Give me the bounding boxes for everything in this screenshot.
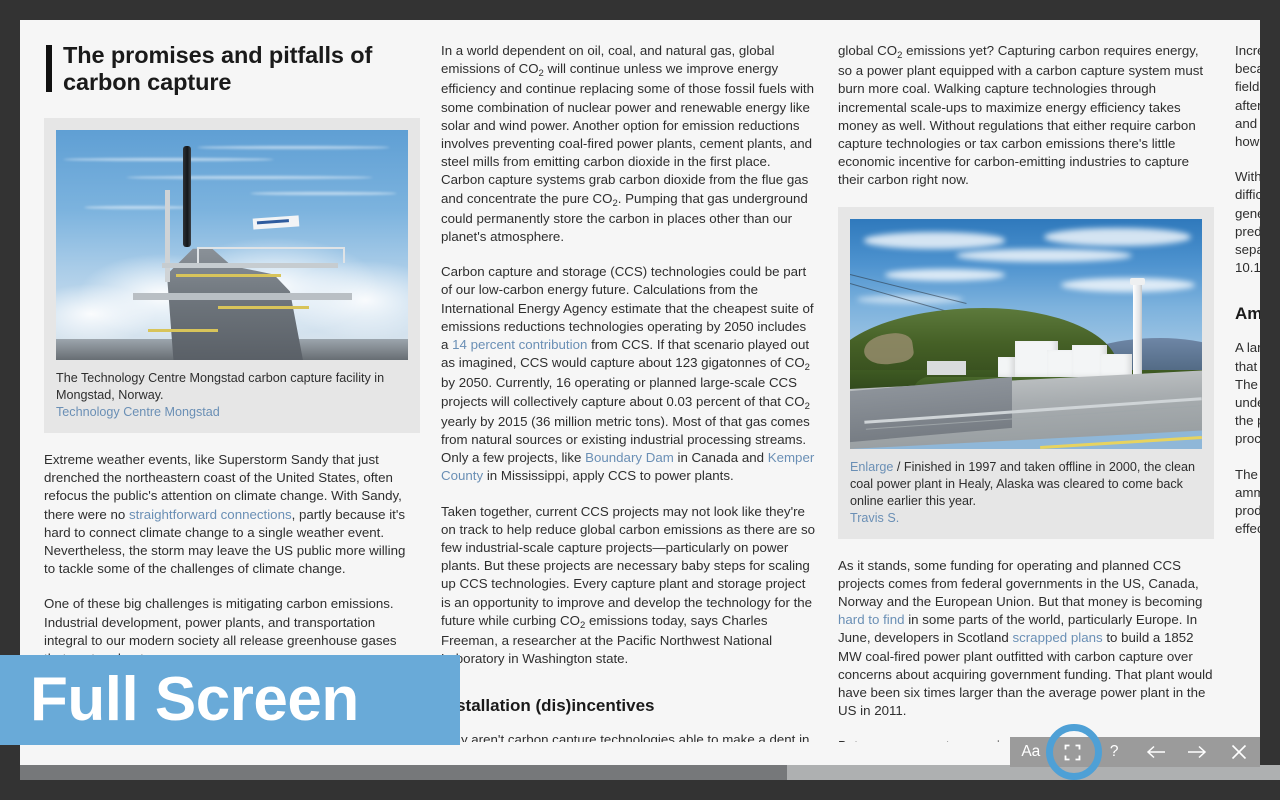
paragraph: Why aren't carbon capture technologies a… [441, 731, 817, 743]
subscript-2: 2 [538, 68, 544, 80]
horizontal-scrollbar[interactable] [20, 765, 1280, 780]
industrial-rig-photo [56, 130, 408, 360]
caption-separator: / [893, 459, 904, 474]
figure-mongstad-credit-link[interactable]: Technology Centre Mongstad [56, 404, 408, 421]
text-run: global CO [838, 43, 898, 58]
close-icon [1231, 744, 1247, 760]
figure-mongstad-caption-text: The Technology Centre Mongstad carbon ca… [56, 371, 385, 402]
subscript-2: 2 [579, 619, 586, 631]
figure-healy-image [850, 218, 1202, 449]
text-run: emissions yet? Capturing carbon requires… [838, 43, 1204, 188]
text-run: Why aren't carbon capture technologies a… [441, 731, 810, 743]
subscript-2: 2 [612, 197, 618, 209]
paragraph: As it stands, some funding for operating… [838, 557, 1214, 721]
column-2: In a world dependent on oil, coal, and n… [441, 42, 817, 742]
link-14-percent-contribution[interactable]: 14 percent contribution [452, 337, 587, 352]
back-button[interactable] [1136, 737, 1176, 767]
column-1: The promises and pitfalls of carbon capt… [44, 42, 420, 742]
article-columns: The promises and pitfalls of carbon capt… [20, 20, 1280, 765]
paragraph: In a world dependent on oil, coal, and n… [441, 42, 817, 246]
paragraph: Extreme weather events, like Superstorm … [44, 451, 420, 578]
scrollbar-thumb[interactable] [20, 765, 787, 780]
help-button[interactable]: ? [1094, 737, 1134, 767]
subscript-2: 2 [804, 362, 810, 374]
text-run: Taken together, current CCS projects may… [441, 503, 816, 628]
link-scrapped-plans[interactable]: scrapped plans [1012, 630, 1102, 645]
link-hard-to-find[interactable]: hard to find [838, 612, 905, 627]
figure-healy: Enlarge / Finished in 1997 and taken off… [838, 206, 1214, 539]
text-run: will continue unless we improve energy e… [441, 61, 815, 206]
link-boundary-dam[interactable]: Boundary Dam [585, 450, 674, 465]
subscript-2: 2 [804, 400, 810, 412]
section-heading-installation-incentives: Installation (dis)incentives [441, 695, 655, 715]
enlarge-link[interactable]: Enlarge [850, 460, 893, 474]
arrow-right-icon [1187, 745, 1207, 759]
link-straightforward-connections[interactable]: straightforward connections [129, 507, 292, 522]
figure-healy-caption: Enlarge / Finished in 1997 and taken off… [850, 449, 1202, 527]
fullscreen-tooltip-label: Full Screen [30, 665, 359, 734]
healy-power-plant-photo [850, 218, 1202, 449]
figure-mongstad-caption: The Technology Centre Mongstad carbon ca… [56, 360, 408, 421]
fullscreen-button[interactable] [1052, 737, 1092, 767]
arrow-left-icon [1146, 745, 1166, 759]
text-run: in Canada and [673, 450, 768, 466]
page-title: The promises and pitfalls of carbon capt… [44, 42, 420, 96]
window-frame-top [0, 0, 1280, 20]
screen-root: The promises and pitfalls of carbon capt… [0, 0, 1280, 800]
forward-button[interactable] [1177, 737, 1217, 767]
paragraph: Carbon capture and storage (CCS) technol… [441, 263, 817, 485]
paragraph: global CO2 emissions yet? Capturing carb… [838, 42, 1214, 190]
paragraph: Taken together, current CCS projects may… [441, 503, 817, 669]
text-run: by 2050. Currently, 16 operating or plan… [441, 375, 805, 409]
text-run: As it stands, some funding for operating… [838, 557, 1203, 610]
window-frame-right [1260, 0, 1280, 800]
font-size-button[interactable]: Aa [1011, 737, 1051, 767]
subscript-2: 2 [897, 50, 903, 61]
figure-mongstad: The Technology Centre Mongstad carbon ca… [44, 118, 420, 433]
reader-viewport: The promises and pitfalls of carbon capt… [20, 20, 1280, 765]
figure-healy-credit-link[interactable]: Travis S. [850, 510, 1202, 527]
column-3: global CO2 emissions yet? Capturing carb… [838, 42, 1214, 742]
text-run: in Mississippi, apply CCS to power plant… [483, 468, 734, 484]
figure-mongstad-image [56, 130, 408, 360]
fullscreen-icon [1064, 744, 1081, 761]
close-button[interactable] [1219, 737, 1259, 767]
fullscreen-tooltip-overlay: Full Screen [0, 655, 460, 745]
reader-toolbar: Aa ? [1010, 737, 1260, 767]
